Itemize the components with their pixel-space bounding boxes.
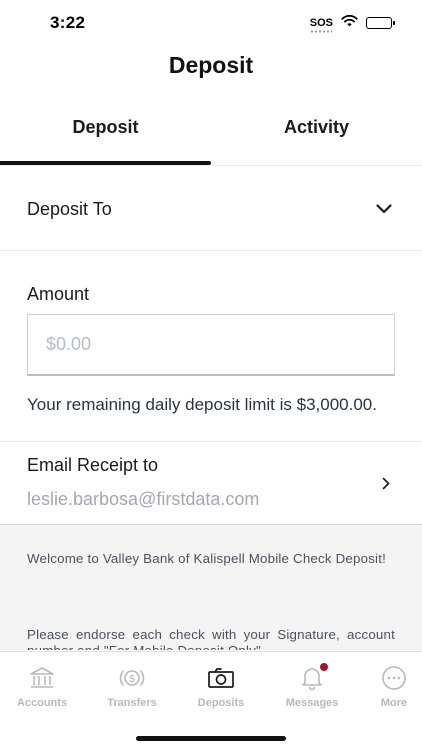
signal-dots-icon — [309, 30, 332, 33]
chevron-down-icon — [376, 201, 392, 219]
amount-input[interactable] — [27, 314, 395, 376]
email-receipt-row[interactable]: Email Receipt to leslie.barbosa@firstdat… — [0, 441, 422, 525]
transfer-money-icon: $ — [118, 664, 146, 692]
notification-badge — [319, 662, 329, 672]
tab-deposit[interactable]: Deposit — [0, 100, 211, 166]
tabbar-item-deposits[interactable]: Deposits — [179, 652, 263, 722]
tabbar-label-more: More — [380, 697, 408, 709]
tabbar-label-accounts: Accounts — [16, 697, 68, 709]
tab-deposit-label: Deposit — [72, 117, 139, 137]
tab-activity-label: Activity — [283, 117, 350, 137]
page-title: Deposit — [168, 52, 254, 78]
sos-indicator: SOS — [309, 17, 333, 33]
bell-icon — [299, 662, 329, 692]
tabbar-label-deposits: Deposits — [197, 697, 245, 709]
welcome-text: Welcome to Valley Bank of Kalispell Mobi… — [27, 551, 387, 566]
amount-label: Amount — [27, 284, 90, 304]
deposit-limit-text: Your remaining daily deposit limit is $3… — [27, 395, 377, 414]
tabbar-item-messages[interactable]: Messages — [270, 652, 354, 722]
email-receipt-label: Email Receipt to — [27, 455, 159, 475]
more-dots-icon — [381, 664, 407, 692]
deposit-to-label: Deposit To — [27, 199, 112, 219]
tabbar-label-messages: Messages — [285, 697, 339, 709]
info-panel: Welcome to Valley Bank of Kalispell Mobi… — [0, 525, 422, 650]
chevron-right-icon — [382, 477, 390, 495]
status-bar: 3:22 SOS — [0, 0, 422, 44]
email-receipt-value: leslie.barbosa@firstdata.com — [27, 489, 260, 509]
endorse-instructions-text: Please endorse each check with your Sign… — [27, 627, 395, 650]
tabbar-label-transfers: Transfers — [107, 697, 157, 709]
tabbar-item-transfers[interactable]: $ Transfers — [90, 652, 174, 722]
status-time: 3:22 — [50, 13, 86, 32]
tab-activity[interactable]: Activity — [211, 100, 422, 166]
active-tab-indicator — [0, 161, 211, 165]
sos-label: SOS — [309, 17, 333, 29]
home-indicator[interactable] — [136, 736, 286, 741]
segment-tabs: Deposit Activity — [0, 100, 422, 166]
camera-icon — [207, 664, 235, 692]
battery-icon — [366, 17, 395, 29]
tabbar-item-more[interactable]: More — [352, 652, 422, 722]
bank-icon — [29, 664, 55, 692]
status-indicators: SOS — [309, 14, 395, 33]
svg-text:$: $ — [129, 674, 135, 685]
tabbar-item-accounts[interactable]: Accounts — [0, 652, 84, 722]
wifi-icon — [341, 14, 358, 32]
deposit-to-selector[interactable]: Deposit To — [0, 167, 422, 251]
